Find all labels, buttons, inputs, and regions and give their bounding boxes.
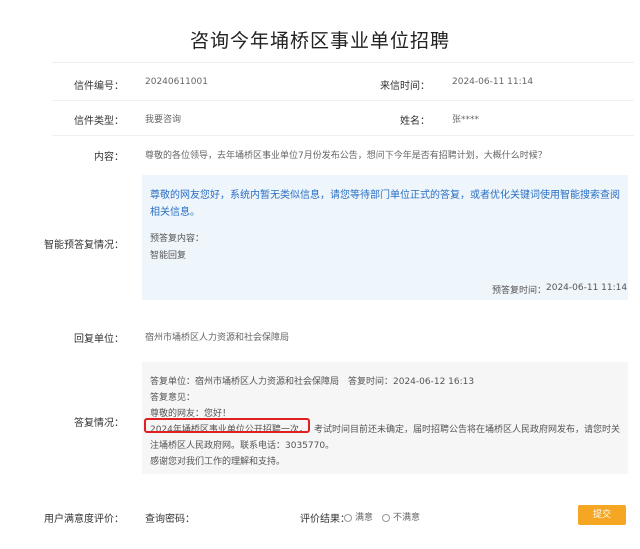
rating-label: 用户满意度评价： — [44, 514, 124, 525]
letter-type-label: 信件类型： — [74, 116, 124, 127]
letter-content: 尊敬的各位领导，去年埇桥区事业单位7月份发布公告，想问下今年是否有招聘计划，大概… — [145, 151, 547, 161]
letter-number: 20240611001 — [145, 77, 208, 87]
reply-unit-label: 回复单位： — [74, 334, 124, 345]
unsatisfied-radio[interactable] — [382, 513, 390, 522]
smart-reply-content: 智能回复 — [150, 251, 187, 261]
letter-type: 我要咨询 — [145, 115, 182, 125]
divider — [52, 135, 634, 136]
reply-thanks-line: 感谢您对我们工作的理解和支持。 — [150, 457, 286, 467]
smart-reply-time: 2024-06-11 11:14 — [546, 283, 628, 293]
smart-reply-time-label: 预答复时间： — [492, 286, 547, 296]
smart-reply-content-label: 预答复内容： — [150, 234, 205, 244]
letter-number-label: 信件编号： — [74, 81, 124, 92]
letter-time: 2024-06-11 11:14 — [452, 77, 534, 87]
divider — [52, 100, 634, 101]
option-unsatisfied[interactable]: 不满意 — [382, 510, 420, 523]
reply-label: 答复情况： — [74, 418, 124, 429]
query-password-label: 查询密码： — [145, 514, 195, 525]
reply-contact-line: 注埇桥区人民政府网。联系电话：3035770。 — [150, 441, 335, 451]
satisfied-text: 满意 — [355, 513, 374, 523]
unsatisfied-text: 不满意 — [393, 513, 421, 523]
page-title: 咨询今年埇桥区事业单位招聘 — [189, 30, 450, 52]
name-value: 张**** — [452, 115, 480, 125]
smart-reply-label: 智能预答复情况： — [44, 240, 124, 251]
highlight-box — [144, 418, 310, 433]
reply-body-text: 考试时间目前还未确定，届时招聘公告将在埇桥区人民政府网发布，请您时关 — [314, 425, 621, 435]
content-label: 内容： — [94, 152, 124, 163]
reply-unit-time-line: 答复单位：宿州市埇桥区人力资源和社会保障局 答复时间：2024-06-12 16… — [150, 377, 475, 387]
reply-unit-value: 宿州市埇桥区人力资源和社会保障局 — [145, 333, 290, 343]
satisfied-radio[interactable] — [344, 513, 352, 522]
option-satisfied[interactable]: 满意 — [344, 510, 373, 523]
smart-reply-box: 尊敬的网友您好，系统内暂无类似信息，请您等待部门单位正式的答复，或者优化关键词使… — [142, 175, 628, 300]
rating-result-label: 评价结果： — [300, 514, 350, 525]
letter-time-label: 来信时间： — [380, 81, 430, 92]
name-label: 姓名： — [400, 116, 430, 127]
smart-reply-main-text: 尊敬的网友您好，系统内暂无类似信息，请您等待部门单位正式的答复，或者优化关键词使… — [150, 190, 620, 218]
reply-box: 答复单位：宿州市埇桥区人力资源和社会保障局 答复时间：2024-06-12 16… — [142, 362, 628, 474]
submit-button[interactable]: 提交 — [578, 505, 626, 525]
reply-opinion-label: 答复意见： — [150, 393, 196, 403]
